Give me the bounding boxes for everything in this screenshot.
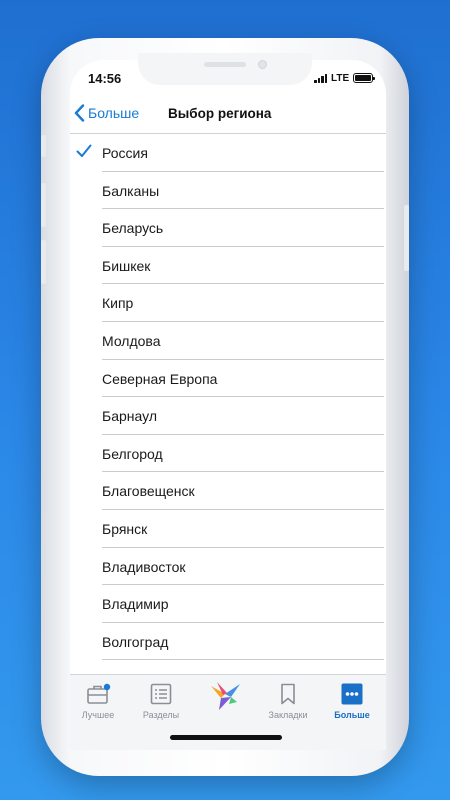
region-row[interactable]: Владимир (70, 585, 386, 623)
bookmark-icon (260, 682, 316, 706)
signal-icon (314, 73, 327, 83)
region-label: Брянск (102, 520, 148, 537)
region-row[interactable]: Молдова (70, 322, 386, 360)
phone-volume-down (41, 240, 46, 284)
phone-volume-up (41, 183, 46, 227)
region-row[interactable]: Владивосток (70, 548, 386, 586)
phone-power-button (404, 205, 409, 271)
chevron-left-icon (74, 104, 85, 122)
status-indicators: LTE (314, 72, 376, 84)
region-row[interactable]: Беларусь (70, 209, 386, 247)
region-label: Владивосток (102, 558, 186, 575)
tab-more-label: Больше (334, 710, 370, 720)
region-row[interactable]: Белгород (70, 435, 386, 473)
speaker (204, 62, 246, 67)
phone-silent-switch (41, 135, 46, 157)
region-row[interactable]: Благовещенск (70, 472, 386, 510)
region-label: Северная Европа (102, 370, 218, 387)
region-row[interactable]: Балканы (70, 172, 386, 210)
region-row[interactable]: Барнаул (70, 397, 386, 435)
back-button[interactable]: Больше (74, 104, 139, 122)
region-list: Россия Балканы Беларусь Бишкек Кипр Молдова Се… (70, 134, 386, 674)
bird-logo-icon (198, 680, 254, 712)
region-label: Владимир (102, 596, 169, 613)
briefcase-icon (70, 682, 126, 706)
region-label: Благовещенск (102, 483, 195, 500)
status-time: 14:56 (88, 71, 122, 86)
tab-home-logo[interactable] (198, 680, 254, 712)
region-row[interactable]: Брянск (70, 510, 386, 548)
more-icon (324, 682, 380, 706)
tab-bookmarks[interactable]: Закладки (260, 682, 316, 720)
region-label: Барнаул (102, 408, 157, 425)
region-label: Волгоград (102, 633, 169, 650)
region-row[interactable]: Вологда (70, 660, 386, 674)
region-label: Россия (102, 145, 148, 161)
region-label: Балканы (102, 182, 160, 199)
region-row[interactable]: Россия (70, 134, 386, 172)
tab-sections[interactable]: Разделы (133, 682, 189, 720)
tab-sections-label: Разделы (142, 710, 180, 720)
tab-more[interactable]: Больше (324, 682, 380, 720)
home-indicator[interactable] (170, 735, 282, 740)
region-row[interactable]: Северная Европа (70, 360, 386, 398)
region-label: Кипр (102, 295, 134, 312)
checkmark-icon (76, 144, 92, 163)
list-icon (133, 682, 189, 706)
region-row[interactable]: Кипр (70, 284, 386, 322)
page-title: Выбор региона (168, 106, 272, 121)
region-label: Белгород (102, 445, 163, 462)
region-row[interactable]: Волгоград (70, 623, 386, 661)
region-label: Бишкек (102, 257, 151, 274)
region-label: Молдова (102, 332, 161, 349)
network-type: LTE (331, 72, 350, 84)
back-button-label: Больше (88, 105, 140, 121)
tab-best-label: Лучшее (81, 710, 115, 720)
notch (138, 53, 312, 85)
front-camera (258, 60, 267, 69)
region-label: Беларусь (102, 220, 164, 237)
tab-bookmarks-label: Закладки (268, 710, 308, 720)
battery-icon (353, 73, 376, 83)
tab-best[interactable]: Лучшее (70, 682, 126, 720)
region-row[interactable]: Бишкек (70, 247, 386, 285)
